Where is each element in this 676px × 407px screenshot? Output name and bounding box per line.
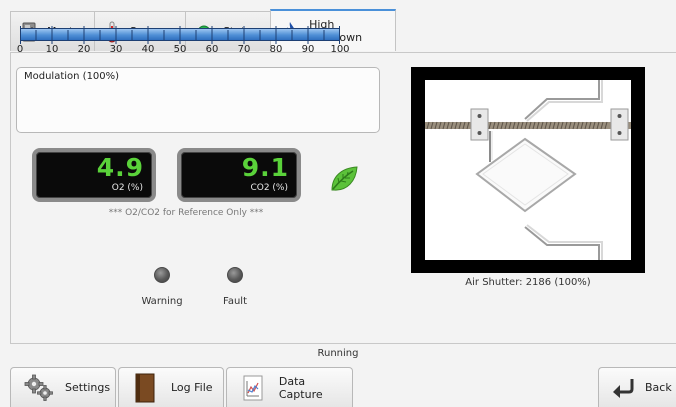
warning-lamp	[154, 267, 170, 283]
o2-reading: 4.9 O2 (%)	[32, 148, 156, 202]
reference-note: *** O2/CO2 for Reference Only ***	[108, 208, 264, 218]
fault-label: Fault	[223, 296, 247, 307]
scale-label: 20	[77, 44, 91, 55]
chart-document-icon	[241, 375, 265, 401]
back-arrow-icon	[609, 377, 637, 399]
log-file-button[interactable]: Log File	[118, 367, 224, 407]
settings-label: Settings	[65, 381, 111, 394]
back-button[interactable]: Back	[598, 367, 676, 407]
status-text: Running	[317, 348, 359, 359]
modulation-title: Modulation (100%)	[24, 71, 120, 82]
scale-label: 10	[45, 44, 59, 55]
co2-unit: CO2 (%)	[250, 183, 288, 193]
scale-label: 70	[237, 44, 251, 55]
data-capture-button[interactable]: Data Capture	[226, 367, 353, 407]
scale-label: 80	[269, 44, 283, 55]
data-capture-label: Data Capture	[278, 374, 323, 401]
fault-lamp	[227, 267, 243, 283]
modulation-ticks	[20, 26, 340, 44]
gears-icon	[19, 374, 59, 402]
modulation-gauge: Modulation (100%)	[16, 67, 380, 133]
scale-label: 100	[330, 44, 350, 55]
scale-label: 40	[141, 44, 155, 55]
back-label: Back	[645, 381, 672, 394]
o2-value: 4.9	[96, 153, 144, 182]
log-file-label: Log File	[171, 381, 213, 394]
co2-reading: 9.1 CO2 (%)	[177, 148, 301, 202]
scale-label: 60	[205, 44, 219, 55]
scale-label: 50	[173, 44, 187, 55]
scale-label: 0	[16, 44, 24, 55]
air-shutter-diagram	[411, 67, 645, 273]
scale-label: 30	[109, 44, 123, 55]
co2-value: 9.1	[241, 153, 289, 182]
air-shutter-caption: Air Shutter: 2186 (100%)	[465, 277, 591, 288]
air-shutter-graphic	[425, 80, 631, 260]
warning-label: Warning	[141, 296, 183, 307]
settings-button[interactable]: Settings	[10, 367, 116, 407]
leaf-icon	[331, 166, 358, 191]
scale-label: 90	[301, 44, 315, 55]
book-icon	[133, 373, 157, 403]
o2-unit: O2 (%)	[111, 183, 143, 193]
modulation-scale: 0 10 20 30 40 50 60 70 80 90 100	[16, 44, 350, 58]
